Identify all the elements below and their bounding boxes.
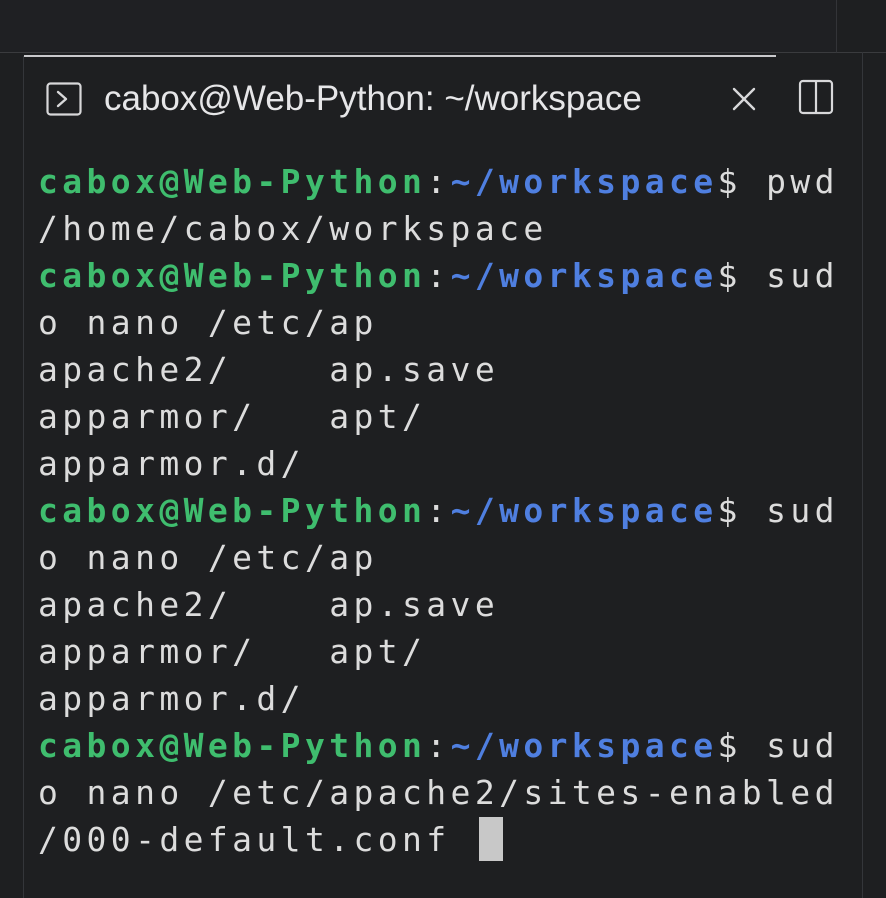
terminal-text: apparmor.d/ bbox=[38, 679, 305, 718]
output-line: o nano /etc/apache2/sites-enabled bbox=[38, 769, 838, 816]
prompt-path: ~/workspace bbox=[450, 256, 718, 295]
terminal-tab-title: cabox@Web-Python: ~/workspace bbox=[104, 79, 642, 118]
prompt-dollar: $ bbox=[717, 162, 742, 201]
panel-left-border bbox=[23, 56, 24, 898]
output-line: o nano /etc/ap bbox=[38, 534, 838, 581]
terminal-tab[interactable]: cabox@Web-Python: ~/workspace bbox=[24, 55, 776, 139]
prompt-separator: : bbox=[426, 491, 451, 530]
output-line: apparmor.d/ bbox=[38, 675, 838, 722]
output-line: apparmor/ apt/ bbox=[38, 393, 838, 440]
terminal-tab-bar: cabox@Web-Python: ~/workspace bbox=[24, 55, 862, 139]
terminal-text: sud bbox=[741, 491, 839, 530]
split-editor-icon[interactable] bbox=[798, 79, 834, 115]
terminal-text: sud bbox=[741, 256, 839, 295]
terminal-text: apache2/ ap.save bbox=[38, 350, 500, 389]
panel-right-border bbox=[862, 52, 863, 898]
terminal-text: apparmor/ apt/ bbox=[38, 397, 427, 436]
output-line: apparmor/ apt/ bbox=[38, 628, 838, 675]
terminal-text: /home/cabox/workspace bbox=[38, 209, 548, 248]
output-line: o nano /etc/ap bbox=[38, 299, 838, 346]
prompt-line: cabox@Web-Python:~/workspace$ sud bbox=[38, 487, 838, 534]
prompt-user-host: cabox@Web-Python bbox=[38, 491, 427, 530]
prompt-user-host: cabox@Web-Python bbox=[38, 726, 427, 765]
terminal-output[interactable]: cabox@Web-Python:~/workspace$ pwd/home/c… bbox=[38, 158, 838, 863]
prompt-separator: : bbox=[426, 162, 451, 201]
panel-corner bbox=[836, 0, 886, 53]
prompt-dollar: $ bbox=[717, 491, 742, 530]
prompt-dollar: $ bbox=[717, 726, 742, 765]
terminal-panel: cabox@Web-Python: ~/workspace cabox@Web-… bbox=[0, 0, 886, 898]
prompt-user-host: cabox@Web-Python bbox=[38, 162, 427, 201]
output-line: apparmor.d/ bbox=[38, 440, 838, 487]
terminal-text: o nano /etc/ap bbox=[38, 538, 378, 577]
terminal-text: o nano /etc/ap bbox=[38, 303, 378, 342]
output-line: apache2/ ap.save bbox=[38, 346, 838, 393]
terminal-text: o nano /etc/apache2/sites-enabled bbox=[38, 773, 839, 812]
prompt-line: cabox@Web-Python:~/workspace$ sud bbox=[38, 252, 838, 299]
prompt-path: ~/workspace bbox=[450, 162, 718, 201]
prompt-dollar: $ bbox=[717, 256, 742, 295]
prompt-line: cabox@Web-Python:~/workspace$ sud bbox=[38, 722, 838, 769]
close-icon[interactable] bbox=[730, 84, 758, 114]
output-line: /000-default.conf bbox=[38, 816, 838, 863]
prompt-path: ~/workspace bbox=[450, 726, 718, 765]
prompt-user-host: cabox@Web-Python bbox=[38, 256, 427, 295]
editor-area-top bbox=[0, 0, 836, 53]
terminal-text: apache2/ ap.save bbox=[38, 585, 500, 624]
prompt-line: cabox@Web-Python:~/workspace$ pwd bbox=[38, 158, 838, 205]
terminal-text: /000-default.conf bbox=[38, 820, 475, 859]
terminal-icon bbox=[46, 82, 82, 116]
terminal-cursor bbox=[478, 817, 503, 861]
terminal-text: sud bbox=[741, 726, 839, 765]
terminal-text: apparmor/ apt/ bbox=[38, 632, 427, 671]
prompt-separator: : bbox=[426, 726, 451, 765]
prompt-separator: : bbox=[426, 256, 451, 295]
terminal-text: apparmor.d/ bbox=[38, 444, 305, 483]
prompt-path: ~/workspace bbox=[450, 491, 718, 530]
terminal-text: pwd bbox=[741, 162, 839, 201]
output-line: apache2/ ap.save bbox=[38, 581, 838, 628]
output-line: /home/cabox/workspace bbox=[38, 205, 838, 252]
